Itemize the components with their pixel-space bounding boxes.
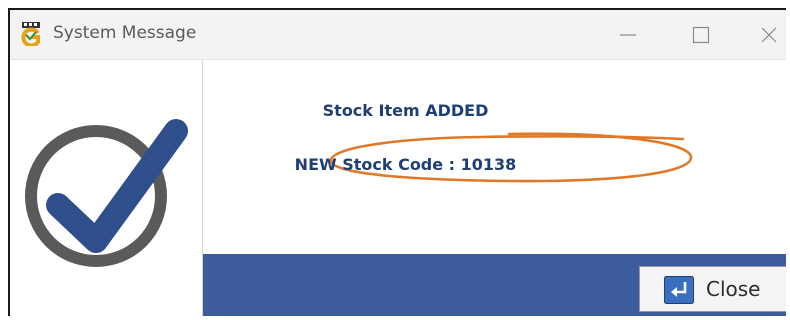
minimize-icon xyxy=(620,34,636,36)
close-icon xyxy=(761,27,777,43)
maximize-button[interactable] xyxy=(666,10,736,59)
minimize-button[interactable] xyxy=(593,10,663,59)
title-bar: System Message xyxy=(10,10,786,60)
message-area: Stock Item ADDED NEW Stock Code : 10138 xyxy=(203,60,786,254)
close-button-label: Close xyxy=(706,277,761,301)
checkmark-icon xyxy=(25,119,188,267)
enter-icon xyxy=(664,276,694,304)
window-close-button[interactable] xyxy=(734,10,786,59)
system-message-dialog: System Message Stock Item ADDED NEW Stoc… xyxy=(8,8,786,316)
footer-bar: Close xyxy=(203,254,786,316)
status-message: Stock Item ADDED xyxy=(322,101,489,120)
maximize-icon xyxy=(692,26,710,44)
window-title: System Message xyxy=(53,23,197,43)
stock-code-message: NEW Stock Code : 10138 xyxy=(294,155,517,174)
close-button[interactable]: Close xyxy=(639,266,786,312)
status-icon-panel xyxy=(10,60,203,316)
app-logo-icon xyxy=(20,22,42,48)
